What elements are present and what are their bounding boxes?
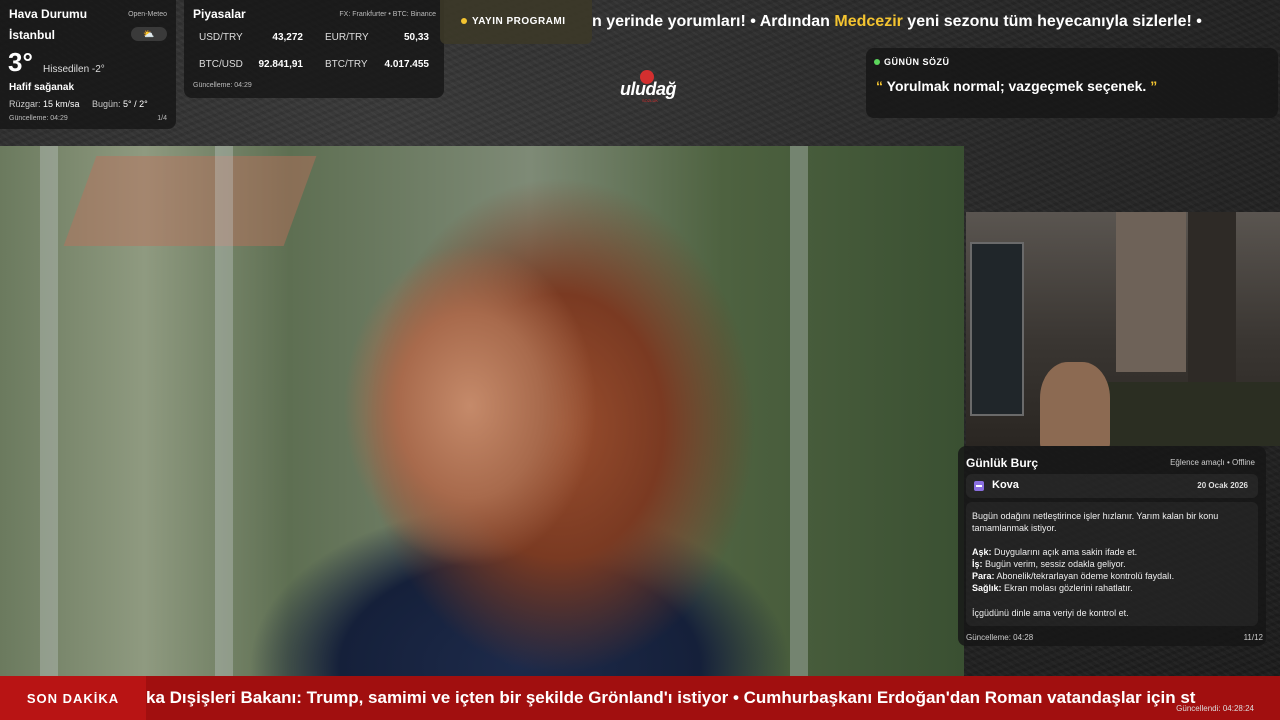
- today-value: 5° / 2°: [123, 99, 148, 109]
- line-key: Aşk:: [972, 547, 992, 557]
- quote-widget: GÜNÜN SÖZÜ “ Yorulmak normal; vazgeçmek …: [866, 48, 1278, 118]
- live-dot-icon: [874, 59, 880, 65]
- horoscope-widget: Günlük Burç Eğlence amaçlı • Offline Kov…: [958, 446, 1266, 646]
- markets-source: FX: Frankfurter • BTC: Binance: [339, 11, 436, 18]
- program-ticker: n yerinde yorumları! • Ardından Medcezir…: [592, 0, 1280, 44]
- horoscope-date: 20 Ocak 2026: [1197, 481, 1248, 490]
- wind-label: Rüzgar:: [9, 99, 41, 109]
- rate-label: EUR/TRY: [325, 32, 369, 43]
- line-key: Sağlık:: [972, 583, 1002, 593]
- horoscope-meta: Eğlence amaçlı • Offline: [1170, 458, 1255, 467]
- markets-updated: Güncelleme: 04:29: [193, 82, 252, 89]
- rate-label: BTC/TRY: [325, 59, 368, 70]
- webcam-window: [970, 242, 1024, 416]
- webcam-feed: [966, 212, 1280, 446]
- markets-widget: Piyasalar FX: Frankfurter • BTC: Binance…: [184, 0, 444, 98]
- aquarius-icon: [974, 481, 984, 491]
- rate-value: 92.841,91: [258, 59, 304, 70]
- horoscope-page-indicator: 11/12: [1243, 633, 1263, 642]
- program-dot-icon: [461, 18, 467, 24]
- breaking-updated: Güncellendi: 04:28:24: [1176, 704, 1254, 713]
- weather-city: İstanbul: [9, 28, 56, 42]
- weather-source: Open-Meteo: [128, 11, 167, 18]
- quote-text: “ Yorulmak normal; vazgeçmek seçenek. ”: [876, 78, 1157, 94]
- weather-condition: Hafif sağanak: [9, 82, 75, 93]
- webcam-cabinet: [1116, 212, 1186, 372]
- market-rate-usd-try: USD/TRY 43,272: [199, 32, 303, 44]
- today-label: Bugün:: [92, 99, 121, 109]
- program-label: YAYIN PROGRAMI: [472, 16, 566, 27]
- weather-updated: Güncelleme: 04:29: [9, 115, 68, 122]
- logo-text: uludağ: [620, 79, 677, 99]
- webcam-sofa: [1106, 382, 1280, 446]
- line-value: Bugün verim, sessiz odakla geliyor.: [985, 559, 1126, 569]
- video-background-pillar: [215, 146, 233, 676]
- video-background-roof: [63, 156, 317, 246]
- horoscope-advice: İçgüdünü dinle ama veriyi de kontrol et.: [972, 608, 1129, 618]
- market-rate-eur-try: EUR/TRY 50,33: [325, 32, 429, 44]
- uludag-logo: uludağ SÖZLÜK: [620, 70, 680, 103]
- rate-label: BTC/USD: [199, 59, 243, 70]
- webcam-person: [1040, 362, 1110, 446]
- quote-open-mark: “: [876, 78, 883, 94]
- horoscope-sign-row: Kova 20 Ocak 2026: [966, 474, 1258, 498]
- line-key: Para:: [972, 571, 995, 581]
- weather-temperature: 3°: [8, 47, 33, 77]
- weather-wind: Rüzgar: 15 km/sa: [9, 99, 80, 109]
- weather-widget: Hava Durumu Open-Meteo İstanbul ⛅ 3° His…: [0, 0, 176, 129]
- horoscope-intro: Bugün odağını netleştirince işler hızlan…: [972, 511, 1219, 533]
- horoscope-body: Bugün odağını netleştirince işler hızlan…: [966, 502, 1258, 626]
- cloud-sun-icon: ⛅: [131, 27, 167, 41]
- horoscope-updated: Güncelleme: 04:28: [966, 633, 1034, 642]
- line-value: Abonelik/tekrarlayan ödeme kontrolü fayd…: [996, 571, 1175, 581]
- quote-body: Yorulmak normal; vazgeçmek seçenek.: [886, 78, 1147, 94]
- horoscope-line-money: Para: Abonelik/tekrarlayan ödeme kontrol…: [972, 570, 1174, 582]
- rate-value: 50,33: [403, 32, 429, 43]
- quote-close-mark: ”: [1150, 78, 1158, 94]
- weather-page-indicator: 1/4: [157, 115, 167, 122]
- horoscope-title: Günlük Burç: [966, 456, 1039, 470]
- market-rate-btc-usd: BTC/USD 92.841,91: [199, 59, 303, 71]
- rate-label: USD/TRY: [199, 32, 243, 43]
- horoscope-line-health: Sağlık: Ekran molası gözlerini rahatlatı…: [972, 582, 1133, 594]
- market-rate-btc-try: BTC/TRY 4.017.455: [325, 59, 429, 71]
- wind-value: 15 km/sa: [43, 99, 80, 109]
- quote-label: GÜNÜN SÖZÜ: [884, 57, 950, 67]
- breaking-news-bar: SON DAKİKA ka Dışişleri Bakanı: Trump, s…: [0, 676, 1280, 720]
- main-video-frame: [0, 146, 964, 676]
- video-background-pillar: [40, 146, 58, 676]
- horoscope-line-work: İş: Bugün verim, sessiz odakla geliyor.: [972, 558, 1126, 570]
- markets-title: Piyasalar: [193, 7, 246, 21]
- breaking-label: SON DAKİKA: [0, 676, 146, 720]
- weather-title: Hava Durumu: [9, 7, 88, 21]
- rate-value: 43,272: [272, 32, 303, 43]
- video-background-pillar: [790, 146, 808, 676]
- weather-feels-like: Hissedilen -2°: [43, 64, 105, 75]
- program-tab: YAYIN PROGRAMI: [440, 0, 592, 44]
- breaking-ticker-text: ka Dışişleri Bakanı: Trump, samimi ve iç…: [146, 688, 1196, 707]
- line-value: Ekran molası gözlerini rahatlatır.: [1004, 583, 1133, 593]
- rate-value: 4.017.455: [384, 59, 430, 70]
- program-ticker-text: n yerinde yorumları! • Ardından Medcezir…: [592, 13, 1202, 31]
- ticker-after: yeni sezonu tüm heyecanıyla sizlerle! •: [902, 13, 1202, 30]
- horoscope-line-love: Aşk: Duygularını açık ama sakin ifade et…: [972, 546, 1137, 558]
- logo-subtext: SÖZLÜK: [642, 98, 659, 103]
- horoscope-sign: Kova: [992, 479, 1019, 491]
- webcam-cabinet: [1188, 212, 1236, 382]
- line-value: Duygularını açık ama sakin ifade et.: [994, 547, 1138, 557]
- line-key: İş:: [972, 559, 983, 569]
- weather-today: Bugün: 5° / 2°: [92, 99, 148, 109]
- ticker-before: n yerinde yorumları! • Ardından: [592, 13, 835, 30]
- ticker-highlight: Medcezir: [834, 13, 903, 30]
